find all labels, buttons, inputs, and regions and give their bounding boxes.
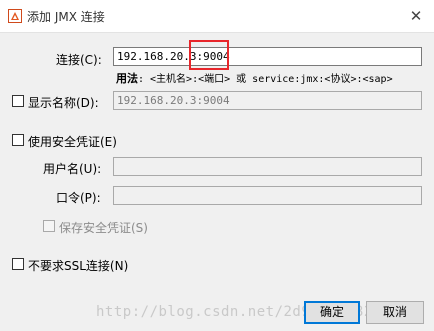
security-checkbox[interactable]: [12, 134, 24, 146]
connection-usage-hint: 用法: <主机名>:<端口> 或 service:jmx:<协议>:<sap>: [116, 70, 393, 86]
security-label: 使用安全凭证(E): [28, 135, 117, 149]
password-input[interactable]: [113, 186, 422, 205]
cancel-button[interactable]: 取消: [366, 301, 424, 324]
app-icon: [8, 9, 22, 23]
port-highlight-box: [189, 40, 229, 70]
connection-input[interactable]: 192.168.20.3:9004: [113, 47, 422, 66]
title-bar: 添加 JMX 连接 ✕: [0, 0, 434, 33]
display-name-checkbox[interactable]: [12, 95, 24, 107]
username-input[interactable]: [113, 157, 422, 176]
password-label: 口令(P):: [56, 191, 101, 205]
save-credentials-label: 保存安全凭证(S): [59, 221, 148, 235]
username-label: 用户名(U):: [43, 162, 102, 176]
display-name-label: 显示名称(D):: [28, 96, 99, 110]
hint-text: : <主机名>:<端口> 或 service:jmx:<协议>:<sap>: [138, 74, 393, 85]
no-ssl-label: 不要求SSL连接(N): [28, 259, 129, 273]
display-name-input[interactable]: 192.168.20.3:9004: [113, 91, 422, 110]
close-icon[interactable]: ✕: [404, 5, 428, 27]
connection-label: 连接(C):: [56, 53, 102, 67]
no-ssl-checkbox[interactable]: [12, 258, 24, 270]
ok-button[interactable]: 确定: [304, 301, 360, 324]
save-credentials-checkbox[interactable]: [43, 220, 55, 232]
window-title: 添加 JMX 连接: [27, 10, 105, 24]
hint-label: 用法: [116, 72, 138, 85]
